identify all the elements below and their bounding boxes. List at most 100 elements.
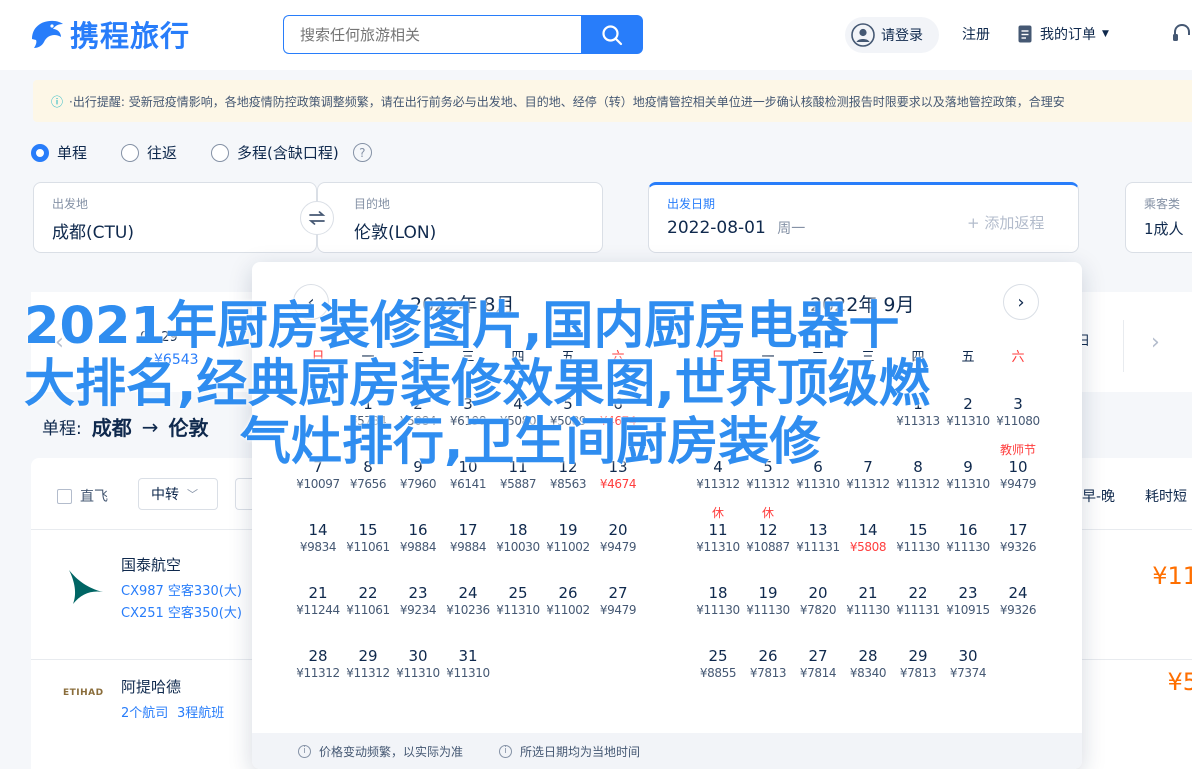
trip-type-label: 往返 bbox=[147, 144, 178, 162]
calendar-day[interactable]: 18 ¥10030 bbox=[493, 505, 543, 568]
calendar-day[interactable]: 4 ¥5080 bbox=[493, 379, 543, 442]
calendar-day[interactable]: 11 ¥5887 bbox=[493, 442, 543, 505]
calendar-day[interactable]: 6 ¥11310 bbox=[793, 442, 843, 505]
calendar-day[interactable]: 30 ¥11310 bbox=[393, 631, 443, 694]
prev-month-button[interactable]: ‹ bbox=[293, 284, 329, 320]
calendar-day[interactable]: 19 ¥11002 bbox=[543, 505, 593, 568]
direct-only-checkbox[interactable]: 直飞 bbox=[57, 486, 108, 506]
help-question-icon[interactable]: ? bbox=[352, 143, 372, 162]
trip-type-multicity[interactable]: 多程(含缺口程) bbox=[211, 142, 339, 163]
calendar-day[interactable]: 6 ¥4674 bbox=[593, 379, 643, 442]
calendar-day[interactable]: 13 ¥11131 bbox=[793, 505, 843, 568]
calendar-day[interactable]: 30 ¥7374 bbox=[943, 631, 993, 694]
trip-type-oneway[interactable]: 单程 bbox=[31, 142, 87, 163]
next-month-button[interactable]: › bbox=[1003, 284, 1039, 320]
calendar-day[interactable]: 5 ¥5089 bbox=[543, 379, 593, 442]
calendar-day[interactable]: 休 12 ¥10887 bbox=[743, 505, 793, 568]
transfer-filter-select[interactable]: 中转 ﹀ bbox=[138, 478, 218, 510]
day-price: ¥11130 bbox=[896, 540, 940, 554]
day-number: 17 bbox=[1008, 521, 1028, 539]
calendar-day[interactable]: 10 ¥6141 bbox=[443, 442, 493, 505]
swap-cities-button[interactable] bbox=[300, 201, 334, 235]
calendar-day[interactable]: 27 ¥7814 bbox=[793, 631, 843, 694]
passenger-field[interactable]: 乘客类 1成人 bbox=[1125, 182, 1192, 253]
calendar-day[interactable]: 2 ¥5084 bbox=[393, 379, 443, 442]
calendar-day[interactable]: 20 ¥9479 bbox=[593, 505, 643, 568]
headset-icon[interactable] bbox=[1172, 23, 1192, 45]
calendar-day[interactable]: 9 ¥11310 bbox=[943, 442, 993, 505]
travel-notice-bar[interactable]: ⓘ ·出行提醒: 受新冠疫情影响，各地疫情防控政策调整频繁，请在出行前务必与出发… bbox=[33, 80, 1192, 122]
calendar-day[interactable]: 25 ¥11310 bbox=[493, 568, 543, 631]
empty-day-cell bbox=[293, 379, 343, 442]
calendar-day[interactable]: 7 ¥10097 bbox=[293, 442, 343, 505]
calendar-day[interactable]: 31 ¥11310 bbox=[443, 631, 493, 694]
calendar-day[interactable]: 2 ¥11310 bbox=[943, 379, 993, 442]
calendar-day[interactable]: 17 ¥9326 bbox=[993, 505, 1043, 568]
calendar-day[interactable]: 18 ¥11130 bbox=[693, 568, 743, 631]
search-button[interactable] bbox=[581, 15, 643, 54]
calendar-day[interactable]: 24 ¥9326 bbox=[993, 568, 1043, 631]
calendar-day[interactable]: 14 ¥5808 bbox=[843, 505, 893, 568]
day-number: 7 bbox=[863, 458, 873, 476]
calendar-day[interactable]: 17 ¥9884 bbox=[443, 505, 493, 568]
calendar-day[interactable]: 26 ¥11002 bbox=[543, 568, 593, 631]
calendar-day[interactable]: 15 ¥11061 bbox=[343, 505, 393, 568]
login-button[interactable]: 请登录 bbox=[845, 17, 939, 53]
sort-departure-time[interactable]: 早-晚 bbox=[1082, 486, 1115, 506]
calendar-day[interactable]: 29 ¥11312 bbox=[343, 631, 393, 694]
calendar-day[interactable]: 27 ¥9479 bbox=[593, 568, 643, 631]
calendar-day[interactable]: 13 ¥4674 bbox=[593, 442, 643, 505]
calendar-day[interactable]: 16 ¥9884 bbox=[393, 505, 443, 568]
calendar-day[interactable]: 9 ¥7960 bbox=[393, 442, 443, 505]
register-link[interactable]: 注册 bbox=[962, 24, 990, 44]
departure-date-field[interactable]: 出发日期 2022-08-01 周一 + 添加返程 bbox=[648, 182, 1079, 253]
sort-duration[interactable]: 耗时短 bbox=[1145, 486, 1187, 506]
departure-city-field[interactable]: 出发地 成都(CTU) bbox=[33, 182, 317, 253]
day-number: 10 bbox=[1008, 458, 1028, 476]
calendar-day[interactable]: 26 ¥7813 bbox=[743, 631, 793, 694]
search-input[interactable] bbox=[283, 15, 581, 54]
calendar-day[interactable]: 8 ¥7656 bbox=[343, 442, 393, 505]
calendar-day[interactable]: 14 ¥9834 bbox=[293, 505, 343, 568]
trip-type-roundtrip[interactable]: 往返 bbox=[121, 142, 177, 163]
calendar-day[interactable]: 19 ¥11130 bbox=[743, 568, 793, 631]
day-number: 25 bbox=[508, 584, 528, 602]
strip-date[interactable]: 01-29 bbox=[140, 330, 178, 345]
my-orders-menu[interactable]: 我的订单 ▼ bbox=[1018, 24, 1109, 44]
calendar-day[interactable]: 7 ¥11312 bbox=[843, 442, 893, 505]
calendar-day[interactable]: 16 ¥11130 bbox=[943, 505, 993, 568]
calendar-day[interactable]: 8 ¥11312 bbox=[893, 442, 943, 505]
calendar-day[interactable]: 25 ¥8855 bbox=[693, 631, 743, 694]
calendar-day[interactable]: 23 ¥9234 bbox=[393, 568, 443, 631]
calendar-day[interactable]: 教师节 10 ¥9479 bbox=[993, 442, 1043, 505]
calendar-day[interactable]: 21 ¥11244 bbox=[293, 568, 343, 631]
calendar-day[interactable]: 3 ¥11080 bbox=[993, 379, 1043, 442]
calendar-day[interactable]: 29 ¥7813 bbox=[893, 631, 943, 694]
arrival-city-field[interactable]: 目的地 伦敦(LON) bbox=[317, 182, 603, 253]
calendar-day[interactable]: 24 ¥10236 bbox=[443, 568, 493, 631]
flight-number[interactable]: CX251 空客350(大) bbox=[121, 602, 242, 621]
calendar-day[interactable]: 23 ¥10915 bbox=[943, 568, 993, 631]
ctrip-logo[interactable]: 携程旅行 bbox=[28, 12, 190, 56]
calendar-day[interactable]: 28 ¥11312 bbox=[293, 631, 343, 694]
segment-count[interactable]: 3程航班 bbox=[177, 702, 224, 721]
calendar-day[interactable]: 1 ¥5784 bbox=[343, 379, 393, 442]
day-number: 1 bbox=[363, 395, 373, 413]
calendar-day[interactable]: 12 ¥8563 bbox=[543, 442, 593, 505]
calendar-day[interactable]: 5 ¥11312 bbox=[743, 442, 793, 505]
calendar-day[interactable]: 3 ¥6198 bbox=[443, 379, 493, 442]
calendar-day[interactable]: 1 ¥11313 bbox=[893, 379, 943, 442]
calendar-day[interactable]: 22 ¥11061 bbox=[343, 568, 393, 631]
airline-count[interactable]: 2个航司 bbox=[121, 702, 168, 721]
strip-prev-icon[interactable]: ‹ bbox=[55, 330, 64, 355]
calendar-day[interactable]: 22 ¥11131 bbox=[893, 568, 943, 631]
calendar-day[interactable]: 28 ¥8340 bbox=[843, 631, 893, 694]
calendar-day[interactable]: 4 ¥11312 bbox=[693, 442, 743, 505]
calendar-day[interactable]: 休 11 ¥11310 bbox=[693, 505, 743, 568]
add-return-button[interactable]: + 添加返程 bbox=[967, 212, 1044, 233]
flight-number[interactable]: CX987 空客330(大) bbox=[121, 580, 242, 599]
calendar-day[interactable]: 15 ¥11130 bbox=[893, 505, 943, 568]
calendar-day[interactable]: 20 ¥7820 bbox=[793, 568, 843, 631]
calendar-day[interactable]: 21 ¥11130 bbox=[843, 568, 893, 631]
strip-next-icon[interactable]: › bbox=[1151, 330, 1160, 355]
